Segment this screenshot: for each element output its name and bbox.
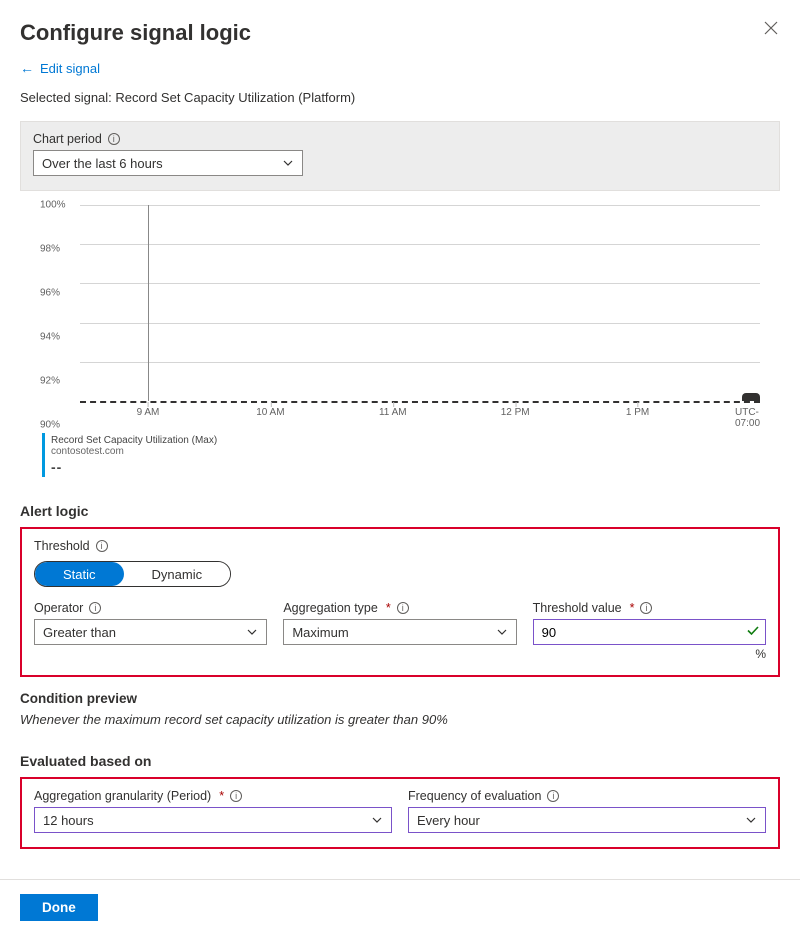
chart-period-label: Chart period	[33, 132, 102, 146]
required-icon: *	[386, 601, 391, 615]
frequency-value: Every hour	[417, 813, 480, 828]
chart-period-value: Over the last 6 hours	[42, 156, 163, 171]
info-icon[interactable]: i	[89, 602, 101, 614]
y-tick: 90%	[40, 420, 60, 431]
threshold-value-input[interactable]	[533, 619, 766, 645]
required-icon: *	[630, 601, 635, 615]
alert-logic-title: Alert logic	[20, 503, 780, 519]
info-icon[interactable]: i	[397, 602, 409, 614]
chevron-down-icon	[496, 626, 508, 638]
legend-series-name: Record Set Capacity Utilization (Max)	[51, 435, 780, 446]
threshold-dynamic-option[interactable]: Dynamic	[124, 562, 231, 586]
chart-period-select[interactable]: Over the last 6 hours	[33, 150, 303, 176]
chart-period-bar: Chart period i Over the last 6 hours	[20, 121, 780, 191]
granularity-label: Aggregation granularity (Period)	[34, 789, 211, 803]
timezone-label: UTC-07:00	[735, 407, 760, 429]
aggregation-type-value: Maximum	[292, 625, 348, 640]
y-tick: 94%	[40, 332, 60, 343]
close-button[interactable]	[762, 16, 780, 42]
x-tick: 12 PM	[501, 407, 530, 418]
operator-label: Operator	[34, 601, 83, 615]
legend-series-source: contosotest.com	[51, 446, 780, 457]
selected-signal-label: Selected signal:	[20, 90, 112, 105]
alert-logic-callout: Threshold i Static Dynamic Operator i Gr…	[20, 527, 780, 677]
x-tick: 10 AM	[256, 407, 284, 418]
y-tick: 98%	[40, 244, 60, 255]
x-tick: 9 AM	[137, 407, 160, 418]
done-button[interactable]: Done	[20, 894, 98, 921]
selected-signal: Selected signal: Record Set Capacity Uti…	[20, 90, 780, 105]
operator-select[interactable]: Greater than	[34, 619, 267, 645]
threshold-unit: %	[533, 647, 766, 661]
threshold-line	[80, 401, 760, 403]
chart-legend[interactable]: Record Set Capacity Utilization (Max) co…	[42, 433, 780, 477]
evaluated-based-on-title: Evaluated based on	[20, 753, 780, 769]
edit-signal-label: Edit signal	[40, 61, 100, 76]
selected-signal-value: Record Set Capacity Utilization (Platfor…	[115, 90, 355, 105]
x-axis: 9 AM 10 AM 11 AM 12 PM 1 PM UTC-07:00	[80, 405, 760, 425]
chevron-down-icon	[246, 626, 258, 638]
operator-value: Greater than	[43, 625, 116, 640]
granularity-value: 12 hours	[43, 813, 94, 828]
info-icon[interactable]: i	[108, 133, 120, 145]
info-icon[interactable]: i	[640, 602, 652, 614]
aggregation-type-label: Aggregation type	[283, 601, 378, 615]
threshold-toggle[interactable]: Static Dynamic	[34, 561, 231, 587]
evaluation-callout: Aggregation granularity (Period) * i 12 …	[20, 777, 780, 849]
info-icon[interactable]: i	[230, 790, 242, 802]
y-tick: 100%	[40, 200, 66, 211]
aggregation-type-select[interactable]: Maximum	[283, 619, 516, 645]
y-tick: 92%	[40, 376, 60, 387]
chart-plot-area	[80, 205, 760, 401]
chevron-down-icon	[745, 814, 757, 826]
current-time-line	[148, 205, 149, 401]
y-tick: 96%	[40, 288, 60, 299]
data-point	[742, 393, 760, 401]
x-tick: 11 AM	[379, 407, 407, 418]
condition-preview-text: Whenever the maximum record set capacity…	[20, 712, 780, 727]
granularity-select[interactable]: 12 hours	[34, 807, 392, 833]
arrow-left-icon: ←	[20, 60, 34, 76]
threshold-label: Threshold	[34, 539, 90, 553]
close-icon	[764, 21, 778, 35]
info-icon[interactable]: i	[96, 540, 108, 552]
page-title: Configure signal logic	[20, 20, 251, 46]
required-icon: *	[219, 789, 224, 803]
metric-chart: 100% 98% 96% 94% 92% 90% 9 AM 10 AM 11 A…	[40, 205, 770, 425]
legend-series-value: --	[51, 459, 780, 475]
threshold-static-option[interactable]: Static	[35, 562, 124, 586]
threshold-value-label: Threshold value	[533, 601, 622, 615]
chevron-down-icon	[371, 814, 383, 826]
frequency-select[interactable]: Every hour	[408, 807, 766, 833]
edit-signal-link[interactable]: ← Edit signal	[20, 60, 100, 76]
chevron-down-icon	[282, 157, 294, 169]
x-tick: 1 PM	[626, 407, 649, 418]
frequency-label: Frequency of evaluation	[408, 789, 541, 803]
info-icon[interactable]: i	[547, 790, 559, 802]
check-icon	[746, 624, 760, 641]
condition-preview-title: Condition preview	[20, 691, 780, 706]
